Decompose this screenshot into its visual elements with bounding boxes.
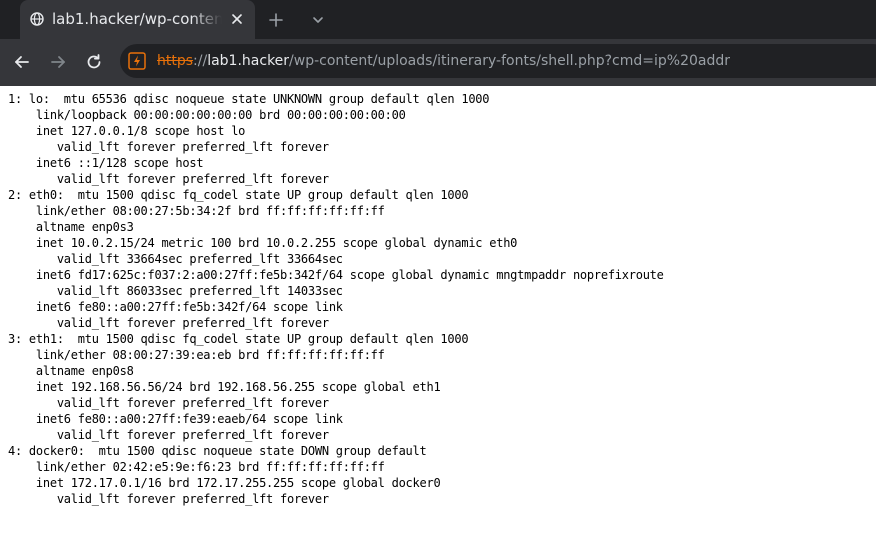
output-line: valid_lft forever preferred_lft forever bbox=[8, 396, 329, 410]
output-line: link/loopback 00:00:00:00:00:00 brd 00:0… bbox=[8, 108, 406, 122]
toolbar: https://lab1.hacker/wp-content/uploads/i… bbox=[0, 39, 876, 86]
page-content: 1: lo: mtu 65536 qdisc noqueue state UNK… bbox=[0, 86, 876, 541]
output-line: inet 127.0.0.1/8 scope host lo bbox=[8, 124, 246, 138]
output-line: valid_lft forever preferred_lft forever bbox=[8, 316, 329, 330]
url-host: lab1.hacker bbox=[207, 53, 290, 69]
output-line: inet6 ::1/128 scope host bbox=[8, 156, 204, 170]
back-arrow-icon[interactable] bbox=[11, 51, 33, 73]
output-line: valid_lft forever preferred_lft forever bbox=[8, 172, 329, 186]
url-scheme: https bbox=[157, 53, 194, 69]
output-line: inet 10.0.2.15/24 metric 100 brd 10.0.2.… bbox=[8, 236, 518, 250]
output-line: inet 172.17.0.1/16 brd 172.17.255.255 sc… bbox=[8, 476, 441, 490]
output-line: inet6 fe80::a00:27ff:fe5b:342f/64 scope … bbox=[8, 300, 343, 314]
output-line: 3: eth1: mtu 1500 qdisc fq_codel state U… bbox=[8, 332, 469, 346]
url-path: /wp-content/uploads/itinerary-fonts/shel… bbox=[289, 53, 731, 69]
chevron-down-icon[interactable] bbox=[308, 10, 328, 30]
forward-arrow-icon[interactable] bbox=[47, 51, 69, 73]
output-line: link/ether 08:00:27:5b:34:2f brd ff:ff:f… bbox=[8, 204, 385, 218]
output-line: valid_lft forever preferred_lft forever bbox=[8, 140, 329, 154]
globe-icon bbox=[30, 12, 44, 26]
close-icon[interactable] bbox=[229, 11, 245, 27]
output-line: inet6 fe80::a00:27ff:fe39:eaeb/64 scope … bbox=[8, 412, 343, 426]
output-line: 4: docker0: mtu 1500 qdisc noqueue state… bbox=[8, 444, 427, 458]
plus-icon[interactable] bbox=[266, 10, 286, 30]
output-line: valid_lft 86033sec preferred_lft 14033se… bbox=[8, 284, 343, 298]
browser-chrome: lab1.hacker/wp-content/uploads/itinerary… bbox=[0, 0, 876, 86]
url-separator: :// bbox=[193, 53, 208, 69]
output-line: valid_lft forever preferred_lft forever bbox=[8, 428, 329, 442]
address-bar[interactable]: https://lab1.hacker/wp-content/uploads/i… bbox=[120, 44, 876, 78]
url-text[interactable]: https://lab1.hacker/wp-content/uploads/i… bbox=[157, 51, 730, 71]
output-line: inet 192.168.56.56/24 brd 192.168.56.255… bbox=[8, 380, 441, 394]
output-line: link/ether 02:42:e5:9e:f6:23 brd ff:ff:f… bbox=[8, 460, 385, 474]
not-secure-icon[interactable] bbox=[128, 52, 146, 70]
output-line: 2: eth0: mtu 1500 qdisc fq_codel state U… bbox=[8, 188, 469, 202]
output-line: altname enp0s8 bbox=[8, 364, 134, 378]
output-line: valid_lft 33664sec preferred_lft 33664se… bbox=[8, 252, 343, 266]
tab-title: lab1.hacker/wp-content/uploads/itinerary… bbox=[52, 10, 222, 28]
reload-icon[interactable] bbox=[83, 51, 105, 73]
command-output: 1: lo: mtu 65536 qdisc noqueue state UNK… bbox=[8, 91, 664, 507]
output-line: link/ether 08:00:27:39:ea:eb brd ff:ff:f… bbox=[8, 348, 385, 362]
output-line: inet6 fd17:625c:f037:2:a00:27ff:fe5b:342… bbox=[8, 268, 664, 282]
output-line: valid_lft forever preferred_lft forever bbox=[8, 492, 329, 506]
output-line: altname enp0s3 bbox=[8, 220, 134, 234]
output-line: 1: lo: mtu 65536 qdisc noqueue state UNK… bbox=[8, 92, 490, 106]
tab-active[interactable]: lab1.hacker/wp-content/uploads/itinerary… bbox=[20, 0, 255, 39]
tab-strip: lab1.hacker/wp-content/uploads/itinerary… bbox=[0, 0, 876, 39]
